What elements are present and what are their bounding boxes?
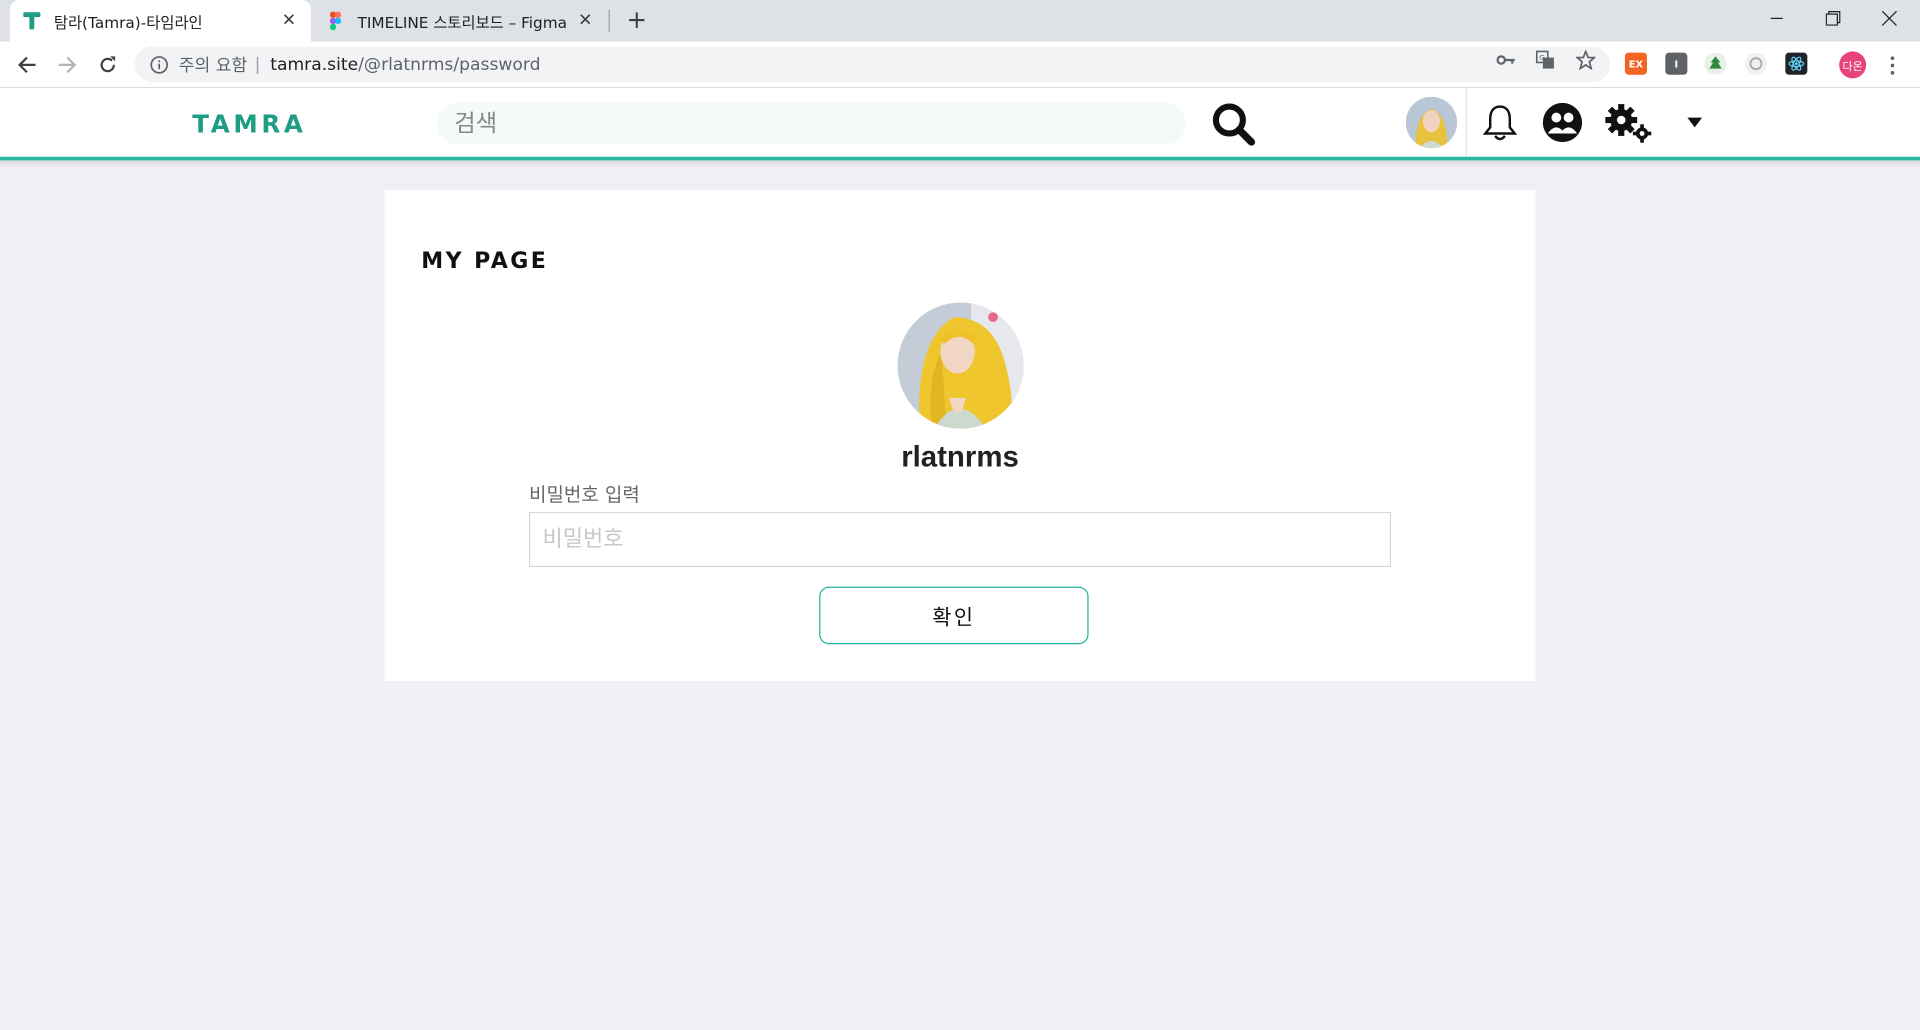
settings-gears-icon[interactable] [1604, 103, 1653, 147]
ex-extension-icon[interactable]: EX [1624, 52, 1647, 75]
tab-figma[interactable]: TIMELINE 스토리보드 – Figma ✕ [313, 0, 607, 42]
avatar-photo [1405, 96, 1458, 149]
circle-extension-icon[interactable] [1744, 52, 1767, 75]
profile-label: 다온 [1842, 60, 1863, 73]
profile-avatar[interactable]: 다온 [1839, 51, 1867, 79]
password-label: 비밀번호 입력 [528, 483, 640, 506]
security-warning: 주의 요함 [178, 55, 248, 76]
header-avatar[interactable] [1405, 96, 1458, 149]
forward-button[interactable] [53, 50, 82, 79]
site-logo[interactable]: TAMRA [192, 109, 306, 138]
tab-strip: 탐라(Tamra)-타임라인 ✕ TIMELINE 스토리보드 – Figma … [0, 0, 1920, 42]
restore-button[interactable] [1805, 0, 1861, 37]
react-devtools-icon[interactable] [1785, 52, 1808, 75]
close-tab-icon[interactable]: ✕ [576, 11, 596, 31]
dropdown-caret-icon[interactable] [1682, 110, 1706, 134]
url-path: /@rlatnrms/password [358, 54, 541, 75]
ex-extension-label: EX [1628, 58, 1644, 70]
bookmark-star-icon[interactable] [1575, 49, 1597, 71]
search-input[interactable] [454, 102, 1186, 145]
username: rlatnrms [901, 440, 1019, 474]
arrow-left-icon [18, 56, 36, 74]
key-icon[interactable] [1495, 49, 1517, 71]
minimize-button[interactable] [1749, 0, 1805, 37]
header-divider [1465, 88, 1467, 157]
tab-title: TIMELINE 스토리보드 – Figma [357, 12, 568, 32]
tab-title: 탐라(Tamra)-타임라인 [53, 12, 203, 32]
profile-photo[interactable] [897, 302, 1024, 429]
close-window-button[interactable] [1861, 0, 1917, 37]
reload-button[interactable] [93, 50, 122, 79]
green-extension-icon[interactable] [1704, 52, 1727, 75]
header-shadow [0, 160, 1920, 168]
svg-text:G: G [1539, 53, 1545, 62]
password-input[interactable] [530, 513, 1390, 566]
tab-tamra[interactable]: 탐라(Tamra)-타임라인 ✕ [9, 0, 312, 42]
confirm-button[interactable]: 확인 [819, 586, 1089, 645]
profile-image [897, 302, 1024, 429]
tab-separator [608, 9, 610, 32]
notification-bell-icon[interactable] [1479, 102, 1523, 146]
search-button[interactable] [1210, 100, 1257, 147]
friends-icon[interactable] [1540, 100, 1584, 144]
address-divider: | [254, 54, 261, 75]
minimize-icon [1770, 17, 1783, 19]
tamra-t-icon [23, 12, 41, 30]
reload-icon [100, 56, 116, 73]
browser-window: 탐라(Tamra)-타임라인 ✕ TIMELINE 스토리보드 – Figma … [0, 0, 1920, 1030]
info-icon[interactable] [149, 54, 169, 74]
password-field [528, 511, 1392, 568]
arrow-right-icon [58, 56, 77, 74]
restore-icon [1825, 11, 1841, 26]
close-icon [1882, 11, 1897, 26]
browser-toolbar: 주의 요함 | tamra.site /@rlatnrms/password G [0, 41, 1920, 89]
menu-dots-icon[interactable] [1881, 51, 1903, 78]
figma-icon [329, 11, 342, 31]
new-tab-button[interactable]: + [622, 6, 651, 35]
url-host: tamra.site [270, 54, 359, 75]
address-bar[interactable]: 주의 요함 | tamra.site /@rlatnrms/password [134, 46, 1611, 83]
i-extension-icon[interactable]: I [1665, 52, 1688, 75]
search-icon [1212, 103, 1256, 146]
close-tab-icon[interactable]: ✕ [279, 11, 299, 31]
i-extension-label: I [1674, 58, 1679, 70]
translate-icon[interactable]: G [1534, 49, 1556, 71]
site-search [437, 102, 1186, 145]
page-title: MY PAGE [421, 248, 549, 275]
back-button[interactable] [12, 50, 41, 79]
